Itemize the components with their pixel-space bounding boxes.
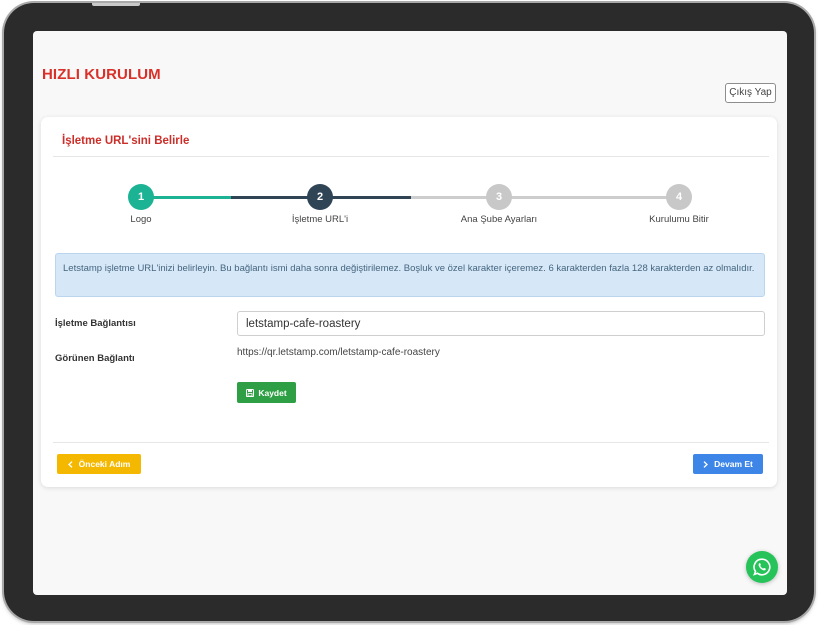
- save-button[interactable]: Kaydet: [237, 382, 296, 403]
- step-2[interactable]: 2 İşletme URL'i: [260, 184, 380, 225]
- whatsapp-icon: [752, 557, 772, 577]
- setup-card: İşletme URL'sini Belirle 1 Logo 2 İşletm…: [41, 117, 777, 487]
- business-link-input[interactable]: [237, 311, 765, 336]
- business-link-label: İşletme Bağlantısı: [55, 318, 136, 329]
- app-screen: HIZLI KURULUM Çıkış Yap İşletme URL'sini…: [33, 31, 787, 595]
- visible-link-value: https://qr.letstamp.com/letstamp-cafe-ro…: [237, 347, 440, 358]
- step-4[interactable]: 4 Kurulumu Bitir: [619, 184, 739, 225]
- step-4-circle: 4: [666, 184, 692, 210]
- visible-link-label: Görünen Bağlantı: [55, 353, 135, 364]
- floppy-disk-icon: [246, 388, 255, 397]
- continue-label: Devam Et: [714, 459, 753, 469]
- step-1[interactable]: 1 Logo: [81, 184, 201, 225]
- card-divider-bottom: [53, 442, 769, 443]
- step-2-circle: 2: [307, 184, 333, 210]
- info-alert: Letstamp işletme URL'inizi belirleyin. B…: [55, 253, 765, 297]
- step-3[interactable]: 3 Ana Şube Ayarları: [439, 184, 559, 225]
- progress-stepper: 1 Logo 2 İşletme URL'i 3 Ana Şube Ayarla…: [41, 184, 777, 234]
- chevron-right-icon: [703, 460, 709, 468]
- save-button-label: Kaydet: [258, 387, 287, 398]
- step-2-label: İşletme URL'i: [291, 214, 349, 225]
- logout-button[interactable]: Çıkış Yap: [725, 83, 776, 103]
- continue-button[interactable]: Devam Et: [693, 454, 763, 474]
- whatsapp-button[interactable]: [746, 551, 778, 583]
- step-3-label: Ana Şube Ayarları: [460, 214, 538, 225]
- step-1-label: Logo: [130, 214, 152, 225]
- card-title: İşletme URL'sini Belirle: [62, 135, 190, 147]
- step-3-circle: 3: [486, 184, 512, 210]
- previous-step-label: Önceki Adım: [78, 459, 131, 469]
- page-title: HIZLI KURULUM: [42, 66, 161, 83]
- previous-step-button[interactable]: Önceki Adım: [57, 454, 141, 474]
- tablet-notch: [92, 3, 140, 6]
- card-divider-top: [53, 156, 769, 157]
- chevron-left-icon: [67, 460, 73, 468]
- step-1-circle: 1: [128, 184, 154, 210]
- step-4-label: Kurulumu Bitir: [649, 214, 709, 225]
